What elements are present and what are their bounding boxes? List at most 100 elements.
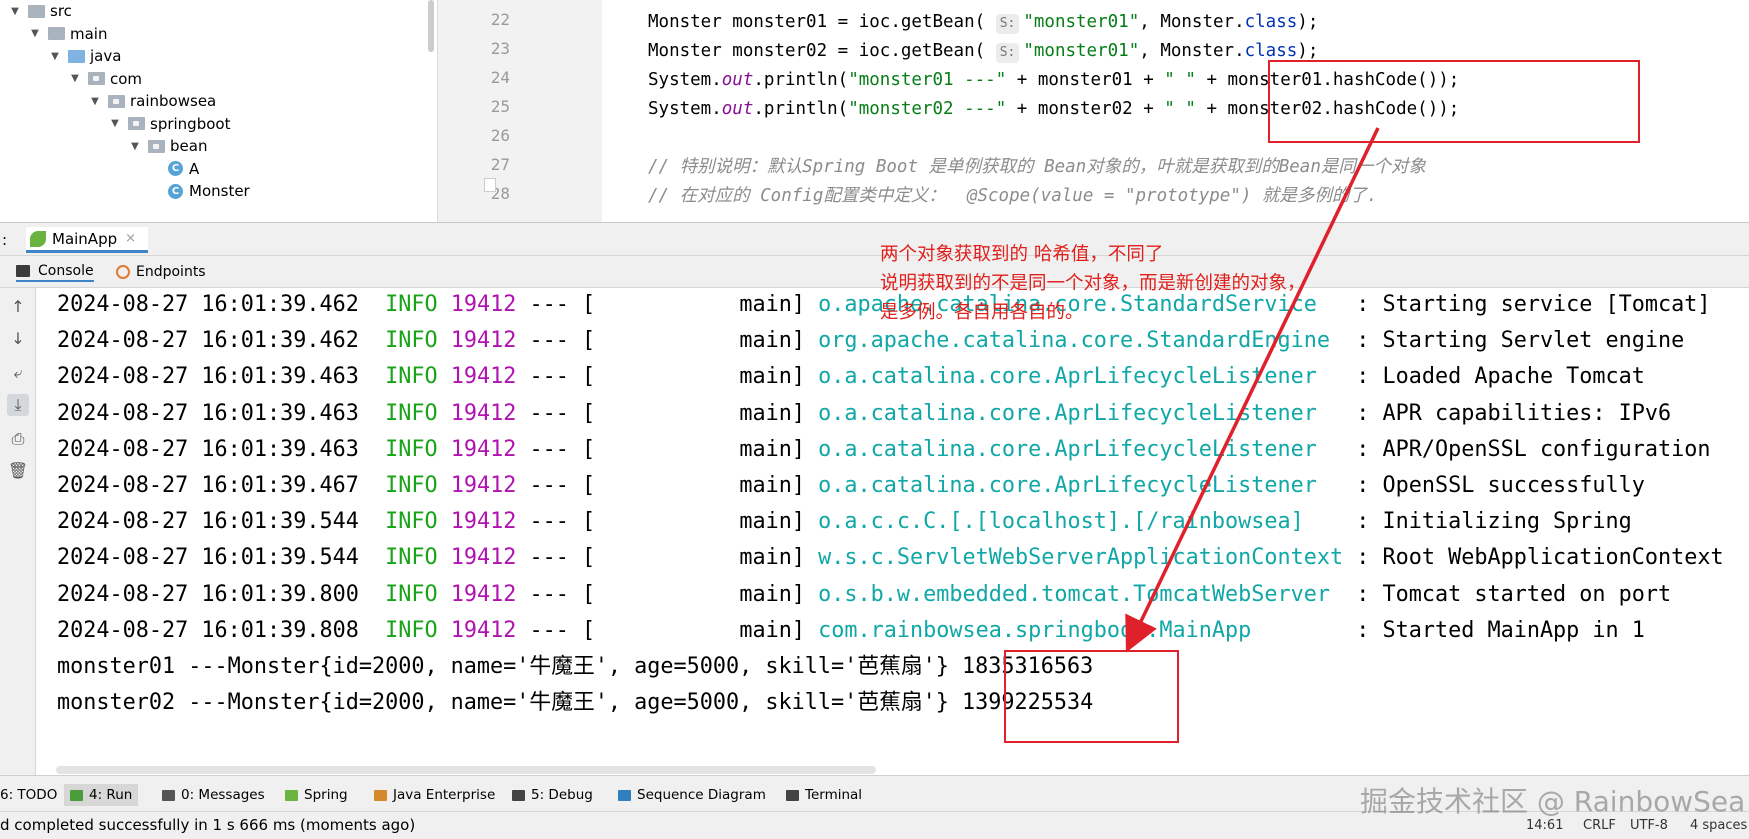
tool-tab-spring[interactable]: Spring [285,784,348,806]
trash-icon[interactable]: 🗑 [7,460,29,482]
log-pid: 19412 [450,509,517,535]
line-number: 24 [490,68,510,87]
log-message: : Loaded Apache Tomcat [1356,364,1645,390]
spring-boot-icon [30,230,46,247]
close-tab-icon[interactable]: × [125,231,136,246]
log-pid: 19412 [450,328,517,354]
soft-wrap-icon[interactable]: ⤶ [7,362,29,384]
code-line[interactable]: Monster monster01 = ioc.getBean( S: "mons… [648,6,1318,38]
log-timestamp: 2024-08-27 16:01:39.462 [57,328,359,354]
console-horizontal-scrollbar[interactable] [56,766,876,774]
code-token: + monster02 + [1006,99,1165,119]
line-number: 28 [490,184,510,203]
log-line: 2024-08-27 16:01:39.544 INFO 19412 --- [… [57,540,1724,576]
tool-tab-java-enterprise[interactable]: Java Enterprise [374,784,495,806]
log-thread: [ main] [581,436,806,462]
code-token: Monster monster01 = ioc.getBean( [648,12,996,32]
file-encoding[interactable]: UTF-8 [1630,818,1668,833]
tree-item-src[interactable]: ▼ src [8,0,72,23]
program-output-line: monster01 ---Monster{id=2000, name='牛魔王'… [57,654,1094,679]
tool-tab-terminal[interactable]: Terminal [786,784,862,806]
log-logger: com.rainbowsea.springboot.MainApp [818,617,1344,643]
log-logger: o.a.catalina.core.AprLifecycleListener [818,364,1344,390]
log-line: 2024-08-27 16:01:39.463 INFO 19412 --- [… [57,359,1645,395]
code-line[interactable]: Monster monster02 = ioc.getBean( S: "mons… [648,35,1318,67]
log-thread: [ main] [581,400,806,426]
code-token: System. [648,99,722,119]
code-token: ); [1297,41,1319,61]
chevron-down-icon[interactable]: ▼ [48,51,62,62]
line-ending[interactable]: CRLF [1583,818,1616,833]
arrow-up-icon[interactable]: ↑ [7,296,29,318]
log-pid: 19412 [450,545,517,571]
chevron-down-icon[interactable]: ▼ [68,73,82,84]
code-line[interactable]: // 在对应的 Config配置类中定义： @Scope(value = "pr… [648,180,1377,212]
tool-tab-0-messages[interactable]: 0: Messages [162,784,265,806]
log-level: INFO [385,328,438,354]
tree-item-label: main [70,24,108,43]
line-number: 25 [490,97,510,116]
run-window-label: : [2,231,8,249]
arrow-down-icon[interactable]: ↓ [7,328,29,350]
chevron-down-icon[interactable]: ▼ [8,6,22,17]
class-icon: C [168,161,183,176]
tree-item-bean[interactable]: ▼ bean [128,134,207,158]
package-icon [108,94,125,108]
program-output-line: monster02 ---Monster{id=2000, name='牛魔王'… [57,690,1094,716]
chevron-down-icon[interactable]: ▼ [108,118,122,129]
fold-icon[interactable] [484,178,496,192]
tree-scrollbar[interactable] [428,0,434,52]
project-tree[interactable]: ▼ src ▼ main ▼ java ▼ com ▼ rainbowsea ▼ springboot… [0,0,435,222]
tree-item-springboot[interactable]: ▼ springboot [108,112,230,136]
tree-item-java[interactable]: ▼ java [48,44,121,68]
log-logger: o.a.c.c.C.[.[localhost].[/rainbowsea] [818,509,1344,535]
print-icon[interactable]: ⎙ [7,428,29,450]
debug-icon [512,789,525,801]
chevron-down-icon[interactable]: ▼ [88,96,102,107]
tool-tab-6-todo[interactable]: 6: TODO [0,784,57,806]
log-level: INFO [385,509,438,535]
tool-tab-label: 0: Messages [181,787,265,803]
tree-item-monster[interactable]: C Monster [168,179,250,203]
code-token: System. [648,70,722,90]
tool-tab-4-run[interactable]: 4: Run [64,784,139,806]
scroll-to-end-icon[interactable]: ⤓ [7,394,29,416]
messages-icon [162,789,175,801]
code-token: "monster02 ---" [848,99,1007,119]
log-timestamp: 2024-08-27 16:01:39.467 [57,473,359,498]
tree-item-a[interactable]: CA [168,157,199,181]
log-line: 2024-08-27 16:01:39.462 INFO 19412 --- [… [57,323,1684,359]
tool-tab-5-debug[interactable]: 5: Debug [512,784,593,806]
tool-tab-sequence-diagram[interactable]: Sequence Diagram [618,784,766,806]
log-level: INFO [385,545,438,571]
tab-console[interactable]: Console [16,262,94,282]
sequence-diagram-icon [618,789,631,801]
tree-item-com[interactable]: ▼ com [68,67,142,91]
chevron-down-icon[interactable]: ▼ [128,141,142,152]
indent-setting[interactable]: 4 spaces [1690,818,1747,833]
endpoints-icon [116,265,130,279]
log-thread: [ main] [581,364,806,390]
run-config-tab[interactable]: MainApp × [26,227,149,253]
chevron-down-icon[interactable]: ▼ [28,28,42,39]
tab-endpoints[interactable]: Endpoints [116,262,206,282]
log-timestamp: 2024-08-27 16:01:39.544 [57,545,359,571]
log-message: : Tomcat started on port [1356,581,1672,607]
package-icon [88,72,105,85]
log-thread: [ main] [581,545,806,571]
tree-item-label: src [50,2,72,20]
tree-item-main[interactable]: ▼ main [28,22,107,46]
console-output[interactable]: 2024-08-27 16:01:39.462 INFO 19412 --- [… [36,288,1749,775]
code-token: // 在对应的 Config配置类中定义： @Scope(value = "pr… [648,186,1378,206]
editor-gutter: 22 23 24 25 26 27 28 [437,0,602,222]
console-tab-bar: Console Endpoints [0,256,1749,288]
caret-position[interactable]: 14:61 [1526,818,1563,833]
status-message: d completed successfully in 1 s 666 ms (… [0,816,416,834]
tree-item-rainbowsea[interactable]: ▼ rainbowsea [88,89,216,113]
code-line[interactable]: // 特别说明：默认Spring Boot 是单例获取的 Bean对象的，叶就是… [648,151,1426,183]
tool-tab-label: Sequence Diagram [637,787,766,803]
code-token: class [1244,41,1298,61]
log-message: : Initializing Spring [1356,509,1632,535]
log-thread: [ main] [581,581,806,607]
log-message: : OpenSSL successfully [1356,473,1645,498]
